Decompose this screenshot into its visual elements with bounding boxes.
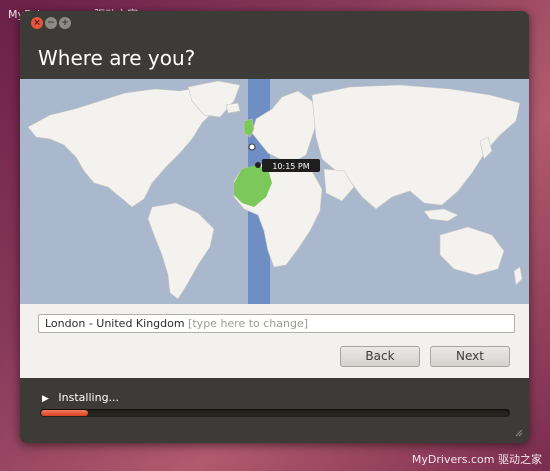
time-label: 10:15 PM <box>272 162 309 171</box>
location-value: London - United Kingdom <box>45 317 185 330</box>
world-map[interactable]: 10:15 PM <box>20 79 529 304</box>
location-input[interactable]: London - United Kingdom [type here to ch… <box>38 314 515 333</box>
location-panel: London - United Kingdom [type here to ch… <box>20 304 529 378</box>
title-bar: × − + <box>20 11 529 35</box>
location-pin-icon[interactable] <box>248 143 256 151</box>
next-button[interactable]: Next <box>430 346 510 367</box>
close-icon[interactable]: × <box>31 17 43 29</box>
expand-arrow-icon[interactable]: ▶ <box>42 394 49 404</box>
install-progress-fill <box>41 410 88 416</box>
installer-window: × − + Where are you? 10:15 PM London - U… <box>20 11 529 443</box>
page-title: Where are you? <box>38 46 196 70</box>
maximize-icon[interactable]: + <box>59 17 71 29</box>
timezone-map[interactable]: 10:15 PM <box>20 79 529 304</box>
back-button[interactable]: Back <box>340 346 420 367</box>
installing-toggle[interactable]: ▶ Installing... <box>42 391 119 404</box>
install-progress-bar <box>40 409 510 417</box>
city-dot[interactable] <box>255 162 261 168</box>
resize-grip-icon[interactable] <box>513 427 523 437</box>
location-hint: [type here to change] <box>188 317 309 330</box>
minimize-icon[interactable]: − <box>45 17 57 29</box>
installing-label: Installing... <box>58 391 120 404</box>
watermark-bottom: MyDrivers.com 驱动之家 <box>411 453 542 466</box>
iceland <box>225 102 241 114</box>
